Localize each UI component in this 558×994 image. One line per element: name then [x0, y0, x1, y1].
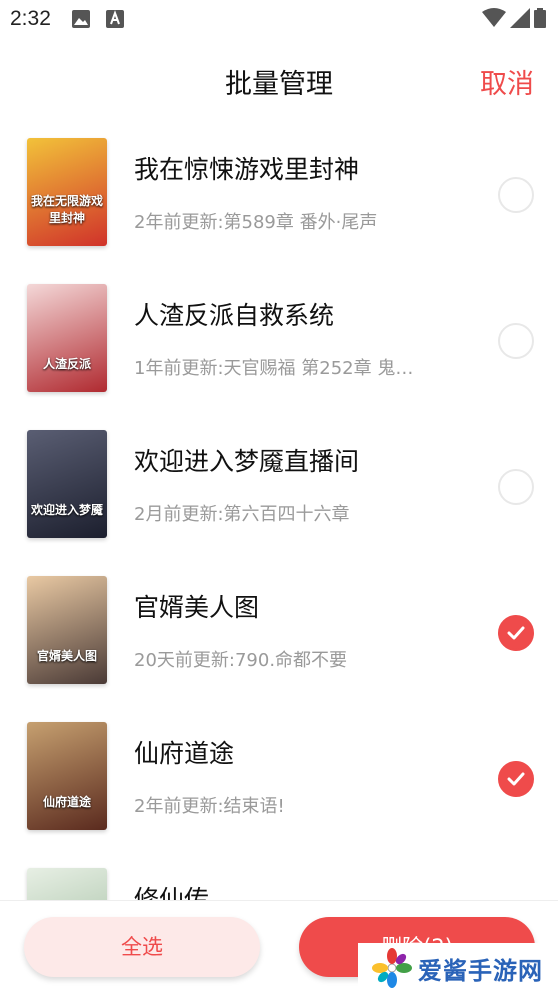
signal-icon [510, 8, 530, 28]
book-cover: 仙府道途 [27, 722, 107, 830]
book-cover: 我在无限游戏里封神 [27, 138, 107, 246]
cover-title-text: 仙府道途 [42, 795, 91, 809]
cover-title-text: 官婿美人图 [36, 649, 97, 663]
book-update-info: 20天前更新:790.命都不要 [134, 650, 348, 671]
book-title: 我在惊悚游戏里封神 [134, 155, 360, 184]
book-row[interactable]: 人渣反派 人渣反派自救系统 1年前更新:天官赐福 第252章 鬼… [0, 266, 558, 412]
checkbox-unchecked-icon[interactable] [498, 323, 534, 359]
book-title: 仙府道途 [134, 739, 235, 768]
book-row[interactable]: 仙府道途 仙府道途 2年前更新:结束语! [0, 704, 558, 850]
a-notification-icon [106, 10, 124, 32]
select-all-button[interactable]: 全选 [24, 917, 260, 977]
book-row[interactable]: 欢迎进入梦魇 欢迎进入梦魇直播间 2月前更新:第六百四十六章 [0, 412, 558, 558]
book-cover: 人渣反派 [27, 284, 107, 392]
status-bar: 2:32 [0, 0, 558, 38]
book-row[interactable]: 我在无限游戏里封神 我在惊悚游戏里封神 2年前更新:第589章 番外·尾声 [0, 120, 558, 266]
checkbox-unchecked-icon[interactable] [498, 469, 534, 505]
book-title: 官婿美人图 [134, 593, 260, 622]
book-title: 欢迎进入梦魇直播间 [134, 447, 360, 476]
book-row[interactable]: 修修仙传 [0, 850, 558, 900]
book-cover: 官婿美人图 [27, 576, 107, 684]
book-update-info: 1年前更新:天官赐福 第252章 鬼… [134, 358, 414, 379]
book-cover: 修 [27, 868, 107, 900]
checkbox-checked-icon[interactable] [498, 761, 534, 797]
wifi-icon [482, 8, 506, 27]
watermark: 爱酱手游网 [358, 943, 558, 993]
book-update-info: 2月前更新:第六百四十六章 [134, 504, 350, 525]
checkbox-checked-icon[interactable] [498, 615, 534, 651]
book-cover: 欢迎进入梦魇 [27, 430, 107, 538]
cover-title-text: 人渣反派 [42, 357, 91, 371]
image-notification-icon [72, 10, 90, 32]
book-update-info: 2年前更新:第589章 番外·尾声 [134, 212, 378, 233]
status-time: 2:32 [10, 7, 51, 30]
app-header: 批量管理 取消 [0, 40, 558, 120]
battery-icon [534, 8, 546, 28]
checkbox-unchecked-icon[interactable] [498, 177, 534, 213]
watermark-text: 爱酱手游网 [418, 956, 543, 985]
pinwheel-logo-icon [372, 948, 412, 988]
cancel-button[interactable]: 取消 [480, 62, 534, 101]
book-title: 人渣反派自救系统 [134, 301, 335, 330]
book-title: 修仙传 [134, 885, 210, 900]
cover-title-text: 欢迎进入梦魇 [30, 503, 103, 517]
status-right [482, 8, 546, 28]
book-list: 我在无限游戏里封神 我在惊悚游戏里封神 2年前更新:第589章 番外·尾声 人渣反派人… [0, 120, 558, 900]
book-update-info: 2年前更新:结束语! [134, 796, 285, 817]
cover-title-text: 我在无限游戏里封神 [30, 194, 103, 225]
book-row[interactable]: 官婿美人图 官婿美人图 20天前更新:790.命都不要 [0, 558, 558, 704]
page-title: 批量管理 [225, 69, 333, 100]
